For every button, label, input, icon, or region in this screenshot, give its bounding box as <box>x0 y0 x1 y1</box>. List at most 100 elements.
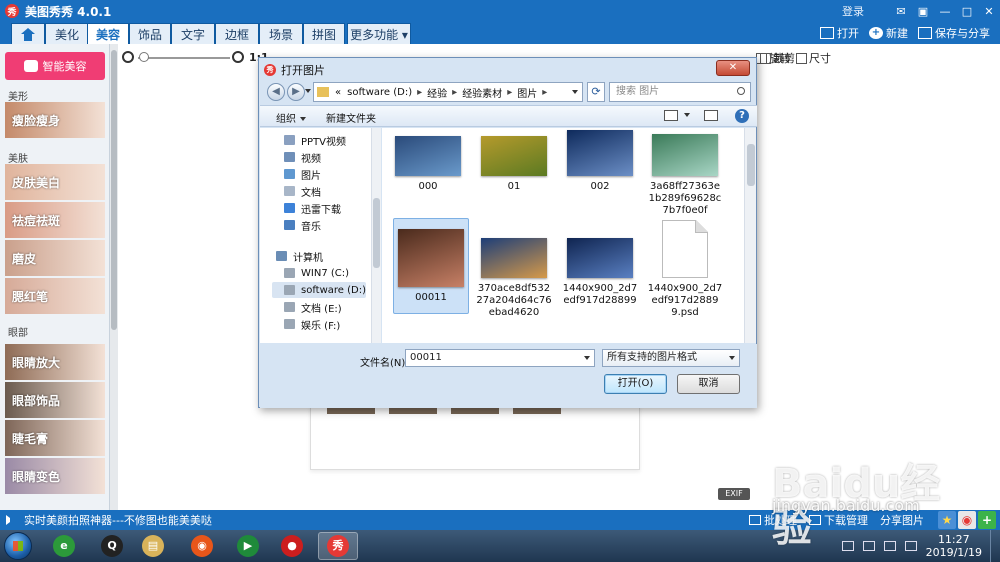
sidebar-scroll-thumb[interactable] <box>111 50 117 330</box>
breadcrumb-separator[interactable]: ▸ <box>452 87 457 98</box>
maximize-icon[interactable]: □ <box>956 0 978 22</box>
nav-item-documents[interactable]: 文档 <box>284 183 321 199</box>
file-item[interactable]: 1440x900_2d7edf917d28899 <box>562 238 638 307</box>
minimize-icon[interactable]: — <box>934 0 956 22</box>
tab-collage[interactable]: 拼图 <box>303 23 345 44</box>
zoom-slider-knob[interactable] <box>139 52 149 62</box>
feature-blush-pen[interactable]: 腮红笔 <box>5 278 105 314</box>
nav-item-pptv-videos[interactable]: PPTV视频 <box>284 132 346 148</box>
nav-item-drive-f[interactable]: 娱乐 (F:) <box>284 316 340 332</box>
file-type-select[interactable]: 所有支持的图片格式 <box>602 349 740 367</box>
meitu-icon[interactable]: 秀 <box>318 532 358 560</box>
qq-icon[interactable]: Q <box>92 532 132 560</box>
nav-item-music[interactable]: 音乐 <box>284 217 321 233</box>
login-link[interactable]: 登录 <box>842 3 864 19</box>
feature-eye-color[interactable]: 眼睛变色 <box>5 458 105 494</box>
explorer-icon[interactable]: ▤ <box>133 532 173 560</box>
weibo-icon[interactable]: ◉ <box>958 511 976 529</box>
nav-item-drive-d[interactable]: software (D:) <box>272 282 366 298</box>
crop-button[interactable]: 裁剪 <box>760 50 795 66</box>
tab-border[interactable]: 边框 <box>215 23 259 44</box>
search-input[interactable]: 搜索 图片 <box>609 82 751 102</box>
feature-enlarge-eyes[interactable]: 眼睛放大 <box>5 344 105 380</box>
file-item[interactable]: 000 <box>390 136 466 193</box>
nav-pane-scrollbar[interactable] <box>371 128 381 343</box>
back-icon[interactable]: ◀ <box>267 83 285 101</box>
address-bar[interactable]: « software (D:) ▸ 经验 ▸ 经验素材 ▸ 图片 ▸ <box>313 82 583 102</box>
feature-smooth-skin[interactable]: 磨皮 <box>5 240 105 276</box>
view-options-dropdown[interactable] <box>680 110 690 121</box>
status-promo-text[interactable]: 实时美颜拍照神器---不修图也能美美哒 <box>24 512 212 528</box>
feature-slim-face[interactable]: 瘦脸瘦身 <box>5 102 105 138</box>
nav-item-thunder-downloads[interactable]: 迅雷下载 <box>284 200 341 216</box>
change-view-icon[interactable] <box>664 110 678 121</box>
help-icon[interactable]: ? <box>735 109 749 123</box>
recorder-icon[interactable]: ● <box>272 532 312 560</box>
breadcrumb-separator[interactable]: ▸ <box>417 87 422 98</box>
file-item[interactable]: 1440x900_2d7edf917d28899.psd <box>647 220 723 319</box>
dialog-close-button[interactable]: ✕ <box>716 60 750 76</box>
filename-input[interactable]: 00011 <box>405 349 595 367</box>
forward-icon[interactable]: ▶ <box>287 83 305 101</box>
breadcrumb-pictures[interactable]: 图片 <box>517 85 537 100</box>
media-icon[interactable]: ▶ <box>228 532 268 560</box>
show-desktop-button[interactable] <box>990 530 1000 562</box>
address-dropdown-icon[interactable] <box>572 90 578 94</box>
nav-item-drive-c[interactable]: WIN7 (C:) <box>284 265 349 281</box>
feature-remove-acne[interactable]: 祛痘祛斑 <box>5 202 105 238</box>
tab-text[interactable]: 文字 <box>171 23 215 44</box>
open-button[interactable]: 打开(O) <box>604 374 667 394</box>
organize-menu[interactable]: 组织 <box>276 110 306 125</box>
zoom-slider-track[interactable] <box>138 57 230 59</box>
breadcrumb-separator[interactable]: ▸ <box>542 87 547 98</box>
feature-whiten-skin[interactable]: 皮肤美白 <box>5 164 105 200</box>
nav-item-computer[interactable]: 计算机 <box>276 248 323 264</box>
start-button[interactable] <box>4 532 32 560</box>
chevron-down-icon[interactable] <box>584 356 590 360</box>
file-item[interactable]: 370ace8df53227a204d64c76ebad4620 <box>476 238 552 319</box>
new-button[interactable]: + 新建 <box>869 25 908 41</box>
nav-item-pictures[interactable]: 图片 <box>284 166 321 182</box>
exif-icon[interactable]: EXIF <box>718 488 750 500</box>
chevron-down-icon[interactable] <box>729 356 735 360</box>
breadcrumb-experience[interactable]: 经验 <box>427 85 447 100</box>
breadcrumb-overflow[interactable]: « <box>335 87 341 98</box>
tab-beauty[interactable]: 美容 <box>87 23 129 44</box>
file-item[interactable]: 00011 <box>393 218 469 314</box>
save-share-button[interactable]: 保存与分享 <box>918 25 990 41</box>
file-item[interactable]: 3a68ff27363e1b289f69628c7b7f0e0f <box>647 134 723 217</box>
new-folder-button[interactable]: 新建文件夹 <box>326 110 376 125</box>
add-icon[interactable]: + <box>978 511 996 529</box>
firefox-icon[interactable]: ◉ <box>182 532 222 560</box>
nav-item-videos[interactable]: 视频 <box>284 149 321 165</box>
file-item[interactable]: 002 <box>562 130 638 193</box>
feature-mascara[interactable]: 睫毛膏 <box>5 420 105 456</box>
tab-accessories[interactable]: 饰品 <box>129 23 171 44</box>
file-item[interactable]: 01 <box>476 136 552 193</box>
tab-scene[interactable]: 场景 <box>259 23 303 44</box>
sidebar-scrollbar[interactable] <box>110 44 118 510</box>
nav-item-drive-e[interactable]: 文档 (E:) <box>284 299 342 315</box>
ie-icon[interactable]: e <box>44 532 84 560</box>
preview-pane-icon[interactable] <box>704 110 718 121</box>
smart-beauty-button[interactable]: 智能美容 <box>5 52 105 80</box>
mail-icon[interactable]: ✉ <box>890 0 912 22</box>
recent-locations-icon[interactable] <box>305 89 311 93</box>
tab-home[interactable] <box>11 23 45 44</box>
cancel-button[interactable]: 取消 <box>677 374 740 394</box>
tab-beautify[interactable]: 美化 <box>45 23 89 44</box>
nav-scroll-thumb[interactable] <box>373 198 380 268</box>
tab-more-features[interactable]: 更多功能 ▾ <box>347 23 411 44</box>
breadcrumb-drive[interactable]: software (D:) <box>347 87 412 98</box>
zoom-in-icon[interactable] <box>232 51 244 63</box>
feature-eye-accessories[interactable]: 眼部饰品 <box>5 382 105 418</box>
refresh-icon[interactable]: ⟳ <box>587 82 605 102</box>
breadcrumb-materials[interactable]: 经验素材 <box>462 85 502 100</box>
file-list-scroll-thumb[interactable] <box>747 144 755 186</box>
file-list-scrollbar[interactable] <box>744 128 756 343</box>
skin-icon[interactable]: ▣ <box>912 0 934 22</box>
resize-button[interactable]: 尺寸 <box>796 50 831 66</box>
open-button[interactable]: 打开 <box>820 25 859 41</box>
close-icon[interactable]: ✕ <box>978 0 1000 22</box>
zoom-out-icon[interactable] <box>122 51 134 63</box>
